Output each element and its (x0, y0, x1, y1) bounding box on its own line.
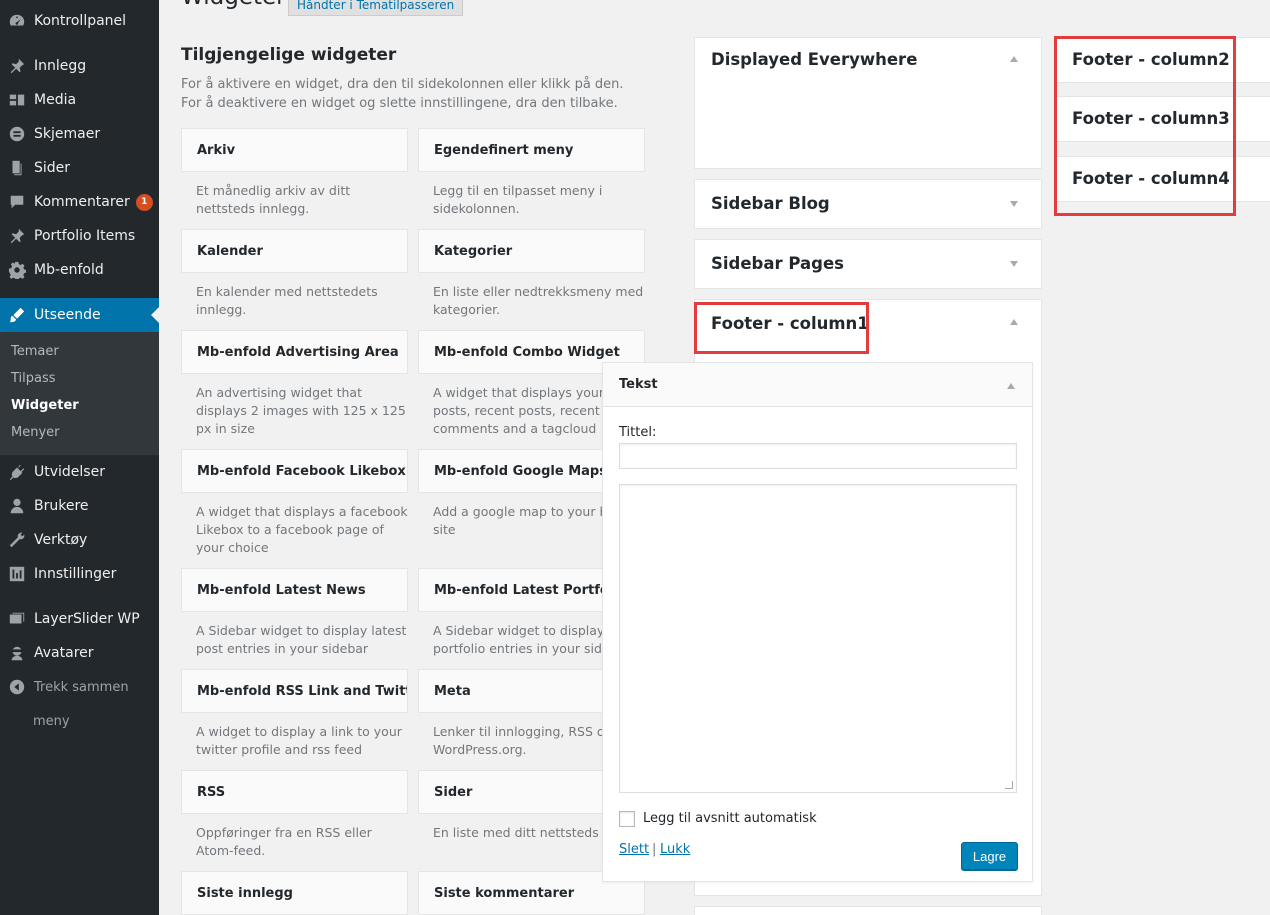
settings-icon (0, 565, 34, 583)
sidebar-displayed-everywhere[interactable]: Displayed Everywhere (694, 37, 1042, 169)
widget-card[interactable]: Mb-enfold RSS Link and Twitt... (181, 669, 408, 713)
gear-icon (0, 261, 34, 279)
collapse-menu-button[interactable]: Trekk sammen (0, 670, 159, 704)
menu-item-avatarer[interactable]: Avatarer (0, 636, 159, 670)
text-widget-header[interactable]: Tekst (603, 363, 1032, 407)
widget-card[interactable]: Mb-enfold Latest News (181, 568, 408, 612)
widget-card[interactable]: Mb-enfold Facebook Likebox (181, 449, 408, 493)
dashboard-icon (0, 12, 34, 30)
menu-item-utvidelser[interactable]: Utvidelser (0, 455, 159, 489)
collapse-arrow-icon[interactable] (1010, 319, 1018, 325)
widget-card[interactable]: RSS (181, 770, 408, 814)
widget-card[interactable]: Kategorier (418, 229, 645, 273)
text-widget-panel: Tekst Tittel: Legg til avsnitt automatis… (602, 362, 1033, 882)
menu-item-innstillinger[interactable]: Innstillinger (0, 557, 159, 591)
menu-item-kommentarer[interactable]: Kommentarer 1 (0, 185, 159, 219)
sidebar-next[interactable] (694, 906, 1042, 915)
close-link[interactable]: Lukk (660, 842, 690, 857)
appearance-submenu: Temaer Tilpass Widgeter Menyer (0, 332, 159, 455)
pin-icon (0, 227, 34, 245)
menu-item-media[interactable]: Media (0, 83, 159, 117)
menu-item-innlegg[interactable]: Innlegg (0, 49, 159, 83)
widget-description: A Sidebar widget to display latest post … (196, 623, 407, 656)
highlight-outline (694, 302, 869, 354)
widget-description: A widget that displays a facebook Likebo… (196, 504, 408, 555)
menu-item-brukere[interactable]: Brukere (0, 489, 159, 523)
widget-card[interactable]: Egendefinert meny (418, 128, 645, 172)
menu-item-mb-enfold[interactable]: Mb-enfold (0, 253, 159, 287)
highlight-outline (1054, 36, 1236, 216)
submenu-item-temaer[interactable]: Temaer (0, 338, 159, 365)
text-widget-title: Tekst (619, 377, 658, 392)
delete-link[interactable]: Slett (619, 842, 649, 857)
widget-card[interactable]: Siste innlegg (181, 871, 408, 915)
expand-arrow-icon[interactable] (1010, 201, 1018, 207)
menu-item-utseende[interactable]: Utseende (0, 298, 159, 332)
admin-sidebar: Kontrollpanel Innlegg Media Skjemaer Sid… (0, 0, 159, 915)
widget-card[interactable]: Kalender (181, 229, 408, 273)
widget-description: A widget to display a link to your twitt… (196, 724, 402, 757)
forms-icon (0, 125, 34, 143)
menu-item-skjemaer[interactable]: Skjemaer (0, 117, 159, 151)
manage-in-customizer-button[interactable]: Håndter i Tematilpasseren (288, 0, 464, 16)
resize-grip-icon[interactable] (1005, 781, 1013, 789)
user-icon (0, 497, 34, 515)
widget-description: Oppføringer fra en RSS eller Atom-feed. (196, 825, 372, 858)
collapse-arrow-icon[interactable] (1007, 383, 1015, 389)
comment-count-badge: 1 (135, 193, 153, 211)
title-field-label: Tittel: (619, 425, 657, 440)
widget-description: En kalender med nettstedets innlegg. (196, 284, 378, 317)
save-button[interactable]: Lagre (961, 842, 1018, 870)
menu-item-verktoy[interactable]: Verktøy (0, 523, 159, 557)
widget-card[interactable]: Arkiv (181, 128, 408, 172)
sidebar-title: Sidebar Pages (711, 254, 844, 273)
plugin-icon (0, 463, 34, 481)
media-icon (0, 91, 34, 109)
page-icon (0, 159, 34, 177)
menu-item-kontrollpanel[interactable]: Kontrollpanel (0, 4, 159, 38)
widget-description: An advertising widget that displays 2 im… (196, 385, 406, 436)
submenu-item-widgeter[interactable]: Widgeter (0, 392, 159, 419)
sidebar-title: Sidebar Blog (711, 194, 830, 213)
widget-description: Legg til en tilpasset meny i sidekolonne… (433, 183, 603, 216)
menu-item-portfolio-items[interactable]: Portfolio Items (0, 219, 159, 253)
collapse-icon (0, 678, 34, 696)
menu-item-sider[interactable]: Sider (0, 151, 159, 185)
brush-icon (0, 306, 34, 324)
auto-paragraph-label: Legg til avsnitt automatisk (643, 811, 817, 826)
link-separator: | (652, 842, 657, 857)
collapse-arrow-icon[interactable] (1010, 56, 1018, 62)
collapse-menu-label: meny (33, 713, 70, 729)
auto-paragraph-checkbox[interactable] (619, 811, 635, 827)
widget-description: Et månedlig arkiv av ditt nettsteds innl… (196, 183, 351, 216)
available-widgets-title: Tilgjengelige widgeter (181, 45, 397, 65)
expand-arrow-icon[interactable] (1010, 261, 1018, 267)
widget-card[interactable]: Mb-enfold Advertising Area (181, 330, 408, 374)
submenu-item-menyer[interactable]: Menyer (0, 419, 159, 446)
title-field[interactable] (619, 443, 1017, 469)
sidebar-pages[interactable]: Sidebar Pages (694, 239, 1042, 289)
sidebar-title: Displayed Everywhere (711, 50, 918, 69)
pin-icon (0, 57, 34, 75)
menu-item-layerslider[interactable]: LayerSlider WP (0, 602, 159, 636)
layers-icon (0, 610, 34, 628)
sidebar-blog[interactable]: Sidebar Blog (694, 179, 1042, 229)
available-widgets-description: For å aktivere en widget, dra den til si… (181, 77, 624, 111)
page-title: Widgeter (181, 0, 286, 10)
widget-description: En liste eller nedtrekksmeny med kategor… (433, 284, 644, 317)
submenu-item-tilpass[interactable]: Tilpass (0, 365, 159, 392)
comment-icon (0, 193, 34, 211)
avatar-icon (0, 644, 34, 662)
wrench-icon (0, 531, 34, 549)
text-body-field[interactable] (619, 484, 1017, 793)
